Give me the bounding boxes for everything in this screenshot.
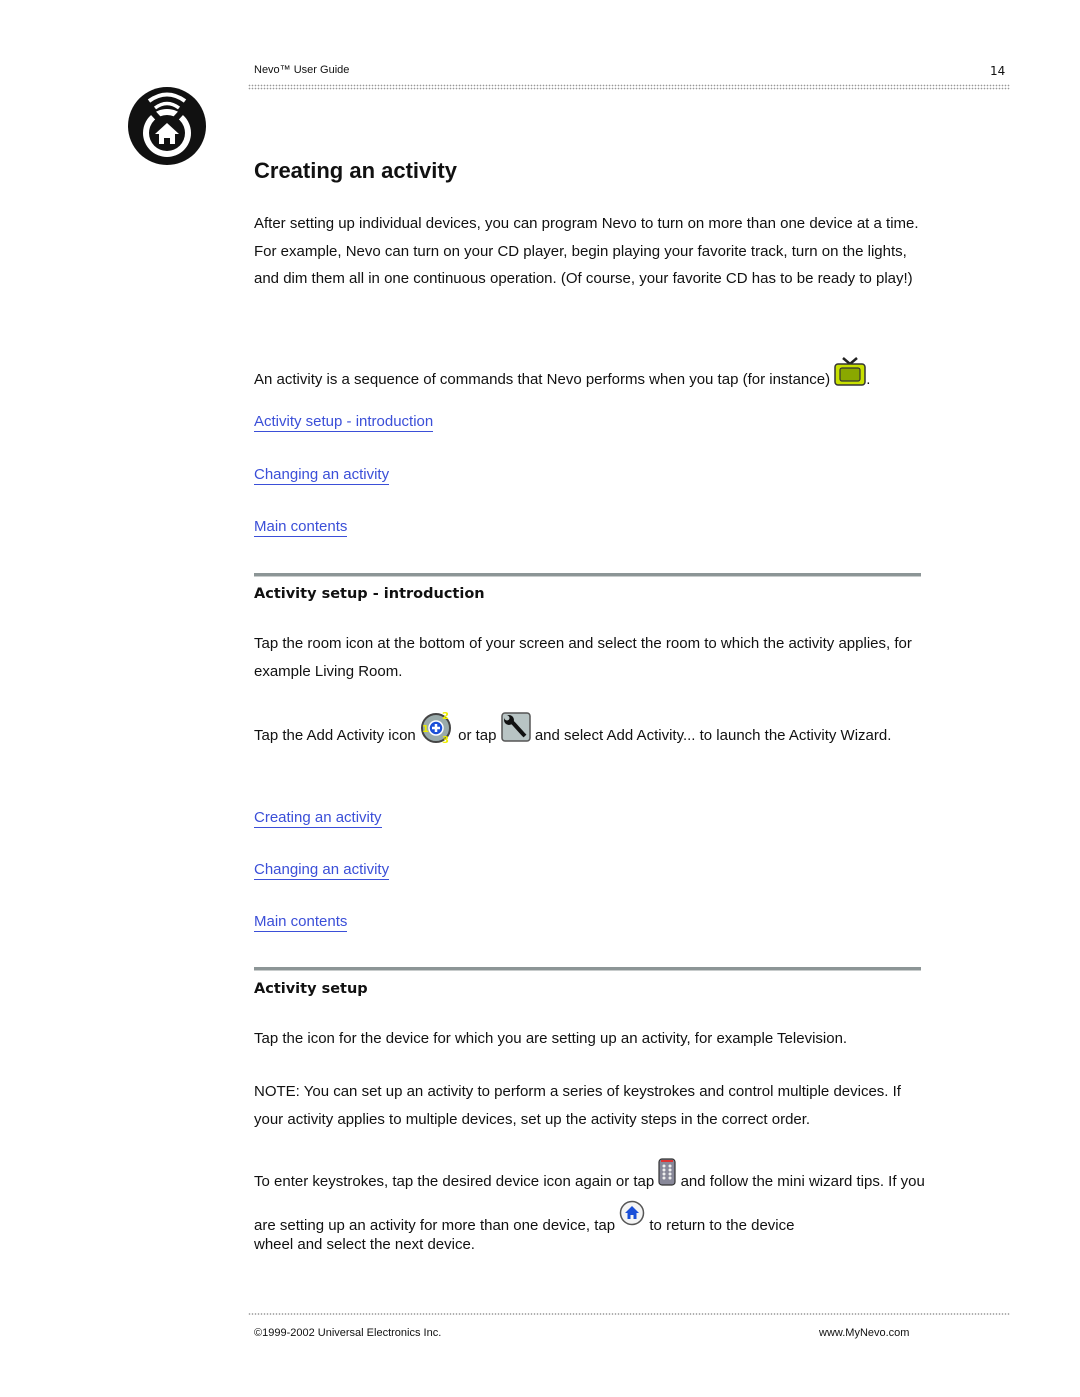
intro-text: An activity is a sequence of commands th… bbox=[254, 371, 831, 388]
section2-keystrokes-end: wheel and select the next device. bbox=[254, 1236, 475, 1253]
header-title: Nevo™ User Guide bbox=[254, 64, 350, 76]
section1-paragraph: Tap the room icon at the bottom of your … bbox=[254, 635, 912, 680]
tv-activity-icon bbox=[834, 357, 867, 386]
svg-text:1: 1 bbox=[422, 724, 429, 735]
intro-period: . bbox=[866, 371, 871, 388]
section-divider bbox=[254, 573, 921, 577]
section1-text-3: and select Add Activity... to launch the… bbox=[534, 727, 892, 744]
section2-note: NOTE: You can set up an activity to perf… bbox=[254, 1083, 901, 1128]
section1-add-activity-paragraph: Tap the Add Activity icon 1 2 3 or tap a… bbox=[254, 710, 934, 750]
section2-paragraph: Tap the icon for the device for which yo… bbox=[254, 1030, 848, 1047]
nevo-home-logo-icon bbox=[128, 87, 206, 165]
home-button-icon bbox=[619, 1200, 645, 1226]
section-divider-2 bbox=[254, 967, 921, 971]
intro-paragraph: After setting up individual devices, you… bbox=[254, 215, 919, 287]
page-number: 14 bbox=[990, 64, 1006, 78]
header-divider bbox=[248, 84, 1010, 90]
wrench-icon bbox=[500, 712, 531, 742]
svg-text:3: 3 bbox=[442, 735, 449, 744]
link-main-contents-2[interactable]: Main contents bbox=[254, 913, 348, 932]
footer-divider bbox=[248, 1312, 1010, 1316]
section2-text-2: and follow the mini wizard bbox=[680, 1173, 853, 1190]
link-main-contents[interactable]: Main contents bbox=[254, 518, 348, 537]
link-changing-an-activity[interactable]: Changing an activity bbox=[254, 466, 390, 485]
svg-text:2: 2 bbox=[442, 711, 449, 722]
section2-text-1: To enter keystrokes, tap the desired dev… bbox=[254, 1173, 655, 1190]
section1-text-2: or tap bbox=[458, 727, 497, 744]
footer-copyright: ©1999-2002 Universal Electronics Inc. bbox=[254, 1327, 442, 1339]
remote-keypad-icon bbox=[658, 1158, 677, 1186]
page-title: Creating an activity bbox=[254, 158, 457, 183]
link-activity-setup-introduction[interactable]: Activity setup - introduction bbox=[254, 413, 434, 432]
section-heading-activity-setup: Activity setup bbox=[254, 981, 368, 997]
add-activity-icon: 1 2 3 bbox=[420, 711, 451, 744]
link-creating-an-activity[interactable]: Creating an activity bbox=[254, 809, 382, 828]
link-changing-an-activity-2[interactable]: Changing an activity bbox=[254, 861, 390, 880]
footer-website: www.MyNevo.com bbox=[819, 1327, 910, 1339]
section-heading-activity-setup-introduction: Activity setup - introduction bbox=[254, 586, 485, 602]
intro-activity-definition: An activity is a sequence of commands th… bbox=[254, 356, 934, 394]
section1-text-1: Tap the Add Activity icon bbox=[254, 727, 416, 744]
